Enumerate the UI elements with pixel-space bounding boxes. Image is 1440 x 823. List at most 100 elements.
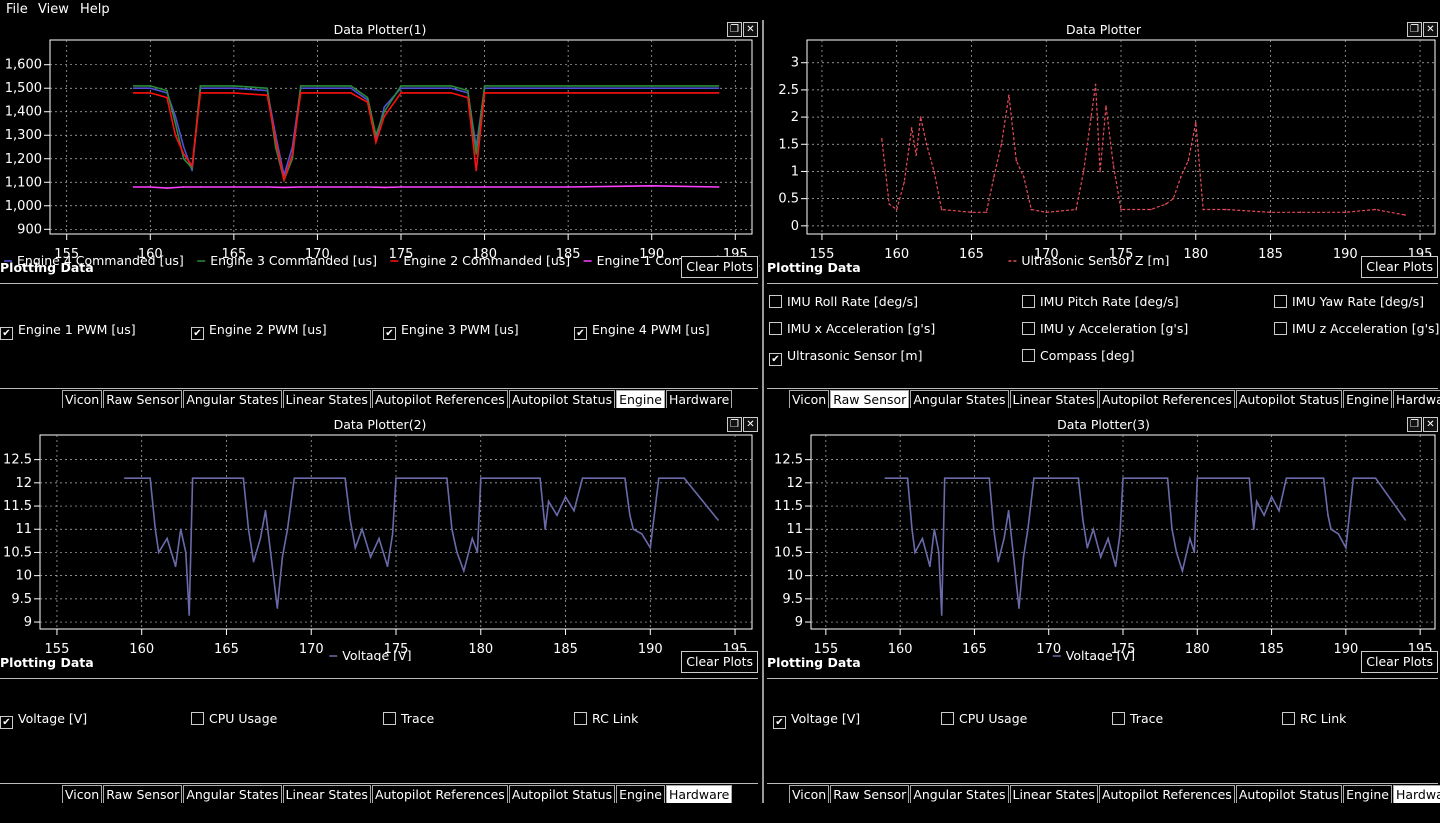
clear-plots-button[interactable]: Clear Plots: [681, 651, 758, 673]
checkbox-imu-yaw-rate-deg-s[interactable]: IMU Yaw Rate [deg/s]: [1274, 294, 1424, 309]
checkbox-voltage-v[interactable]: ✔ Voltage [V]: [0, 711, 87, 729]
checkbox-box[interactable]: [941, 712, 954, 725]
checkbox-engine-1-pwm-us[interactable]: ✔ Engine 1 PWM [us]: [0, 322, 136, 340]
checkbox-imu-z-acceleration-g-s[interactable]: IMU z Acceleration [g's]: [1274, 321, 1439, 336]
tab-raw-sensor[interactable]: Raw Sensor: [103, 390, 183, 408]
tab-autopilot-references[interactable]: Autopilot References: [371, 785, 508, 803]
checkbox-engine-3-pwm-us[interactable]: ✔ Engine 3 PWM [us]: [383, 322, 519, 340]
checkbox-imu-roll-rate-deg-s[interactable]: IMU Roll Rate [deg/s]: [769, 294, 918, 309]
tab-vicon[interactable]: Vicon: [62, 390, 103, 408]
tab-autopilot-references[interactable]: Autopilot References: [1098, 390, 1235, 408]
tab-linear-states[interactable]: Linear States: [1009, 390, 1098, 408]
panel-title-bar[interactable]: Data Plotter ❐ ✕: [767, 20, 1440, 38]
close-icon[interactable]: ✕: [743, 417, 758, 432]
float-icon[interactable]: ❐: [727, 22, 742, 37]
chart-svg: 155 160 165 170 175 180 185 190 19500.511.522.53…: [778, 39, 1436, 266]
tab-angular-states[interactable]: Angular States: [910, 390, 1009, 408]
checkbox-box[interactable]: [1022, 349, 1035, 362]
checkbox-box[interactable]: [769, 295, 782, 308]
checkbox-engine-4-pwm-us[interactable]: ✔ Engine 4 PWM [us]: [574, 322, 710, 340]
menu-help[interactable]: Help: [80, 2, 110, 17]
close-icon[interactable]: ✕: [743, 22, 758, 37]
menu-file[interactable]: File: [6, 2, 28, 17]
tab-autopilot-status[interactable]: Autopilot Status: [1235, 390, 1343, 408]
float-icon[interactable]: ❐: [1407, 417, 1422, 432]
panel-title-bar[interactable]: Data Plotter(1) ❐ ✕: [0, 20, 760, 38]
checkbox-box[interactable]: [1022, 295, 1035, 308]
panel-title-bar[interactable]: Data Plotter(3) ❐ ✕: [767, 415, 1440, 433]
close-icon[interactable]: ✕: [1423, 417, 1438, 432]
data-point: [350, 85, 352, 87]
close-icon[interactable]: ✕: [1423, 22, 1438, 37]
checkbox-cpu-usage[interactable]: CPU Usage: [941, 711, 1027, 726]
checkbox-box[interactable]: ✔: [773, 716, 786, 729]
checkbox-box[interactable]: ✔: [574, 327, 587, 340]
tab-hardware[interactable]: Hardware: [665, 785, 733, 803]
checkbox-box[interactable]: [383, 712, 396, 725]
tab-engine[interactable]: Engine: [1343, 785, 1392, 803]
data-point: [717, 519, 719, 521]
checkbox-box[interactable]: [574, 712, 587, 725]
clear-plots-button[interactable]: Clear Plots: [681, 256, 758, 278]
tab-linear-states[interactable]: Linear States: [282, 785, 371, 803]
tab-autopilot-references[interactable]: Autopilot References: [1098, 785, 1235, 803]
checkbox-ultrasonic-sensor-m[interactable]: ✔ Ultrasonic Sensor [m]: [769, 348, 922, 366]
checkbox-imu-pitch-rate-deg-s[interactable]: IMU Pitch Rate [deg/s]: [1022, 294, 1179, 309]
panel-title-bar[interactable]: Data Plotter(2) ❐ ✕: [0, 415, 760, 433]
tab-angular-states[interactable]: Angular States: [183, 390, 282, 408]
checkbox-compass-deg[interactable]: Compass [deg]: [1022, 348, 1134, 363]
checkbox-engine-2-pwm-us[interactable]: ✔ Engine 2 PWM [us]: [191, 322, 327, 340]
checkbox-box[interactable]: [769, 322, 782, 335]
checkbox-box[interactable]: [1282, 712, 1295, 725]
tab-engine[interactable]: Engine: [616, 785, 665, 803]
tab-linear-states[interactable]: Linear States: [1009, 785, 1098, 803]
checkbox-box[interactable]: [1274, 295, 1287, 308]
tab-engine[interactable]: Engine: [1343, 390, 1392, 408]
tab-autopilot-status[interactable]: Autopilot Status: [1235, 785, 1343, 803]
data-point: [925, 143, 928, 146]
legend-entry: Engine 2 Commanded [us]: [403, 253, 570, 268]
checkbox-box[interactable]: [1022, 322, 1035, 335]
tab-engine[interactable]: Engine: [616, 390, 665, 408]
checkbox-trace[interactable]: Trace: [1112, 711, 1163, 726]
checkbox-rc-link[interactable]: RC Link: [574, 711, 638, 726]
tab-autopilot-status[interactable]: Autopilot Status: [508, 785, 616, 803]
checkbox-cpu-usage[interactable]: CPU Usage: [191, 711, 277, 726]
checkbox-box[interactable]: ✔: [0, 327, 13, 340]
tab-autopilot-status[interactable]: Autopilot Status: [508, 390, 616, 408]
checkbox-box[interactable]: ✔: [191, 327, 204, 340]
menu-view[interactable]: View: [38, 2, 69, 17]
tab-linear-states[interactable]: Linear States: [282, 390, 371, 408]
tab-vicon[interactable]: Vicon: [789, 785, 830, 803]
tab-vicon[interactable]: Vicon: [62, 785, 103, 803]
tab-raw-sensor[interactable]: Raw Sensor: [830, 785, 910, 803]
clear-plots-button[interactable]: Clear Plots: [1361, 651, 1438, 673]
plot-area: 155 160 165 170 175 180 185 190 195 9 9.5 10 10.5 11 1…: [0, 433, 760, 661]
checkbox-box[interactable]: [1274, 322, 1287, 335]
tab-hardware[interactable]: Hardware: [1392, 390, 1440, 408]
checkbox-imu-y-acceleration-g-s[interactable]: IMU y Acceleration [g's]: [1022, 321, 1188, 336]
checkbox-box[interactable]: ✔: [769, 353, 782, 366]
checkbox-rc-link[interactable]: RC Link: [1282, 711, 1346, 726]
float-icon[interactable]: ❐: [727, 417, 742, 432]
checkbox-imu-x-acceleration-g-s[interactable]: IMU x Acceleration [g's]: [769, 321, 935, 336]
float-icon[interactable]: ❐: [1407, 22, 1422, 37]
clear-plots-button[interactable]: Clear Plots: [1361, 256, 1438, 278]
y-tick-label: 1,400: [5, 105, 42, 120]
checkbox-box[interactable]: ✔: [0, 716, 13, 729]
checkbox-box[interactable]: ✔: [383, 327, 396, 340]
tab-raw-sensor[interactable]: Raw Sensor: [830, 390, 910, 408]
checkbox-box[interactable]: [1112, 712, 1125, 725]
tab-angular-states[interactable]: Angular States: [910, 785, 1009, 803]
tab-vicon[interactable]: Vicon: [789, 390, 830, 408]
vertical-splitter[interactable]: [762, 20, 764, 803]
tab-angular-states[interactable]: Angular States: [183, 785, 282, 803]
tab-autopilot-references[interactable]: Autopilot References: [371, 390, 508, 408]
checkbox-voltage-v[interactable]: ✔ Voltage [V]: [773, 711, 860, 729]
tab-hardware[interactable]: Hardware: [665, 390, 733, 408]
data-point: [1150, 208, 1152, 211]
tab-hardware[interactable]: Hardware: [1392, 785, 1440, 803]
checkbox-trace[interactable]: Trace: [383, 711, 434, 726]
tab-raw-sensor[interactable]: Raw Sensor: [103, 785, 183, 803]
checkbox-box[interactable]: [191, 712, 204, 725]
